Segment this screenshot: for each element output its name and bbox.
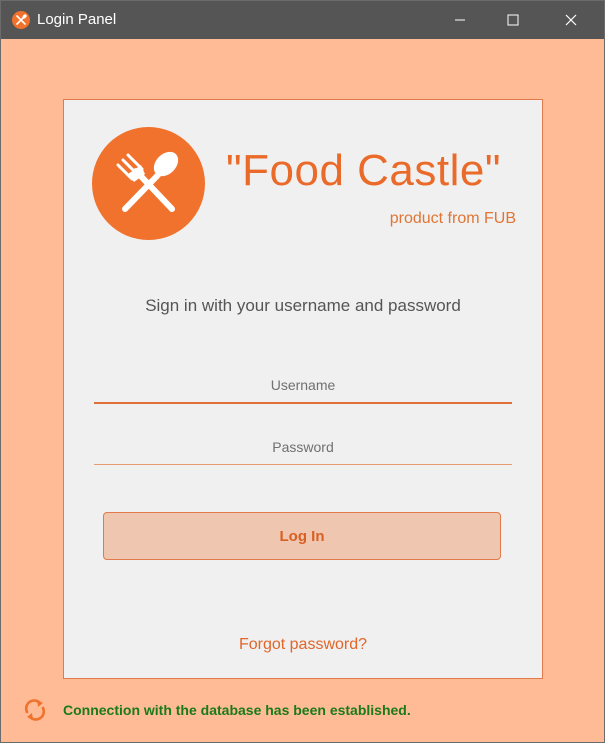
username-input[interactable] <box>94 368 512 404</box>
minimize-icon <box>455 19 465 21</box>
signin-prompt: Sign in with your username and password <box>145 296 461 315</box>
minimize-button[interactable] <box>437 1 483 39</box>
sync-icon <box>24 699 46 721</box>
brand-title: "Food Castle" <box>226 146 501 195</box>
connection-status: Connection with the database has been es… <box>63 702 411 718</box>
fork-spoon-icon <box>12 11 30 29</box>
title-bar[interactable]: Login Panel <box>1 1 604 39</box>
maximize-button[interactable] <box>490 1 536 39</box>
login-button[interactable]: Log In <box>103 512 501 560</box>
close-button[interactable] <box>548 1 594 39</box>
login-panel: "Food Castle" product from FUB Sign in w… <box>63 99 543 679</box>
forgot-password-link[interactable]: Forgot password? <box>64 636 542 654</box>
maximize-icon <box>507 14 519 26</box>
close-icon <box>565 14 577 26</box>
login-window: Login Panel "Food Castle" product from F… <box>0 0 605 743</box>
brand-subtitle: product from FUB <box>389 210 516 227</box>
crossed-fork-spoon-icon <box>92 127 205 240</box>
window-title: Login Panel <box>37 11 117 28</box>
password-input[interactable] <box>94 430 512 465</box>
